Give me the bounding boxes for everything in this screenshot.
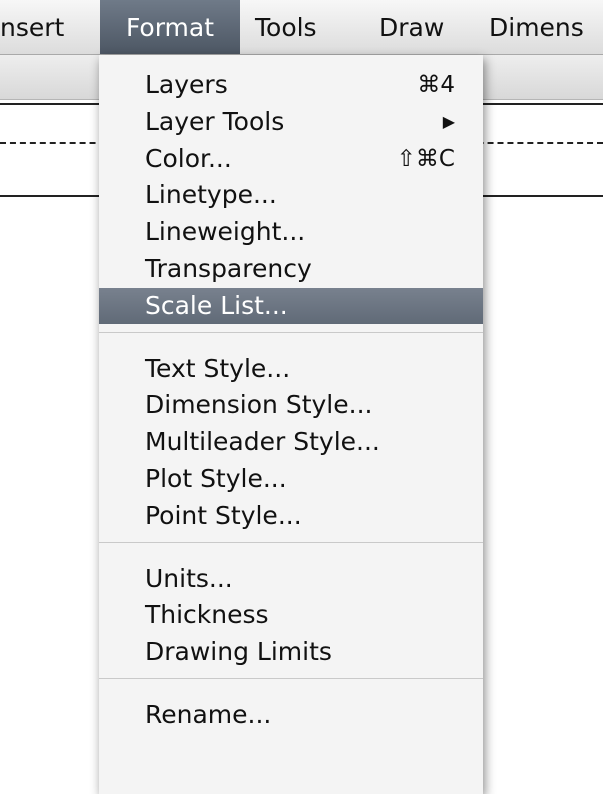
menu-item-layers[interactable]: Layers ⌘4 (99, 67, 483, 103)
menu-item-rename[interactable]: Rename... (99, 697, 483, 733)
menu-item-label: Scale List... (145, 290, 288, 320)
menu-item-layer-tools[interactable]: Layer Tools ▶ (99, 104, 483, 140)
menu-item-label: Units... (145, 563, 233, 593)
menu-format[interactable]: Format (100, 0, 240, 54)
menu-item-label: Point Style... (145, 500, 302, 530)
menu-item-scale-list[interactable]: Scale List... (99, 287, 483, 324)
menu-insert[interactable]: nsert (0, 0, 96, 54)
menu-item-units[interactable]: Units... (99, 561, 483, 597)
menu-item-linetype[interactable]: Linetype... (99, 177, 483, 213)
menu-draw[interactable]: Draw (379, 0, 445, 54)
menu-item-label: Multileader Style... (145, 427, 380, 457)
menu-item-label: Linetype... (145, 180, 277, 210)
menu-item-label: Transparency (145, 254, 312, 283)
menu-item-label: Color... (145, 143, 232, 173)
menu-separator (99, 678, 483, 679)
menu-item-text-style[interactable]: Text Style... (99, 351, 483, 387)
menu-bar: nsert Format Tools Draw Dimens (0, 0, 603, 55)
menu-draw-label: Draw (379, 13, 445, 42)
menu-item-label: Thickness (145, 600, 269, 630)
format-dropdown-menu: Layers ⌘4 Layer Tools ▶ Color... ⇧⌘C Linetype.… (99, 55, 483, 794)
menu-item-label: Dimension Style... (145, 390, 373, 420)
menu-item-label: Plot Style... (145, 464, 287, 493)
menu-separator (99, 331, 483, 333)
menu-item-label: Layer Tools (145, 106, 285, 136)
menu-item-label: Lineweight... (145, 217, 306, 247)
menu-item-point-style[interactable]: Point Style... (99, 498, 483, 534)
keyboard-shortcut: ⇧⌘C (396, 145, 455, 172)
menu-item-label: Layers (145, 70, 228, 99)
menu-item-label: Rename... (145, 700, 272, 729)
menu-insert-label: nsert (0, 13, 65, 42)
menu-item-lineweight[interactable]: Lineweight... (99, 214, 483, 250)
menu-item-color[interactable]: Color... ⇧⌘C (99, 141, 483, 177)
menu-item-drawing-limits[interactable]: Drawing Limits (99, 634, 483, 670)
menu-dimension[interactable]: Dimens (489, 0, 584, 54)
menu-dimension-label: Dimens (489, 13, 584, 42)
menu-item-label: Drawing Limits (145, 637, 332, 667)
keyboard-shortcut: ⌘4 (417, 72, 455, 98)
menu-tools[interactable]: Tools (255, 0, 317, 54)
menu-item-dimension-style[interactable]: Dimension Style... (99, 387, 483, 423)
menu-item-plot-style[interactable]: Plot Style... (99, 461, 483, 497)
menu-item-label: Text Style... (145, 353, 291, 383)
menu-format-label: Format (125, 13, 215, 42)
menu-item-multileader-style[interactable]: Multileader Style... (99, 424, 483, 460)
menu-item-thickness[interactable]: Thickness (99, 597, 483, 633)
menu-separator (99, 541, 483, 543)
submenu-arrow-icon: ▶ (442, 111, 455, 131)
menu-item-transparency[interactable]: Transparency (99, 251, 483, 287)
menu-tools-label: Tools (255, 13, 317, 42)
